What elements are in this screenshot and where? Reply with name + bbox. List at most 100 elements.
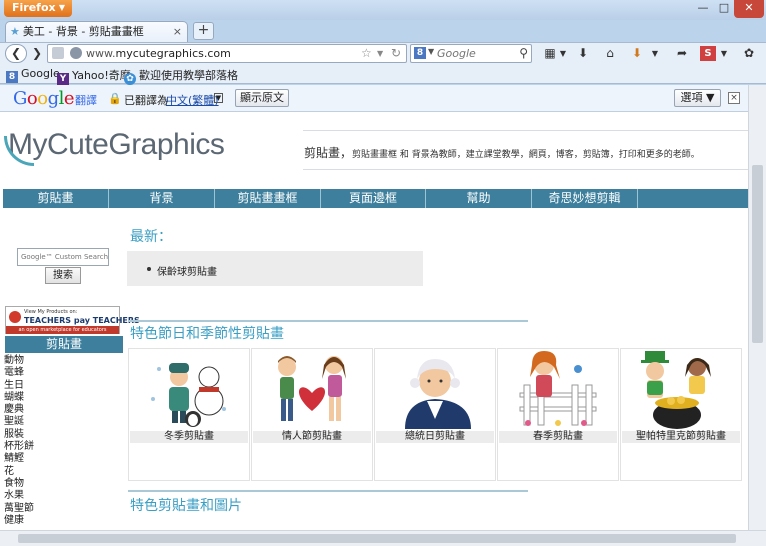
google-engine-icon[interactable]: 8 <box>414 47 426 59</box>
apple-icon <box>9 311 21 323</box>
bookmark-yahoo[interactable]: Y Yahoo!奇摩 <box>57 67 131 85</box>
bookmarks-menu-icon[interactable]: ▦ <box>540 44 560 63</box>
back-button[interactable]: ❮ <box>5 44 27 63</box>
vertical-scroll-thumb[interactable] <box>752 165 763 343</box>
history-dropdown-icon[interactable]: ▼ <box>377 49 383 58</box>
home-icon[interactable]: ⌂ <box>600 44 620 63</box>
category-header: 剪貼畫 <box>5 336 123 353</box>
spring-girl-image <box>519 351 597 426</box>
horizontal-scroll-thumb[interactable] <box>18 534 736 543</box>
navigation-toolbar: ❮ ❯ www.mycutegraphics.com ☆ ▼ ↻ 8 ▼ ⚲ ▦… <box>0 42 766 64</box>
category-link[interactable]: 健康 <box>4 515 34 527</box>
bookmark-google[interactable]: 8 Google <box>6 67 60 83</box>
category-link[interactable]: 食物 <box>4 478 34 490</box>
close-window-button[interactable]: ✕ <box>734 0 764 18</box>
category-link[interactable]: 杯形餅 <box>4 441 34 453</box>
valentine-kids-image <box>278 356 346 421</box>
category-link[interactable]: 萬聖節 <box>4 503 34 515</box>
options-button[interactable]: 選項 ▼ <box>674 89 721 107</box>
bookmark-teaching-blog[interactable]: ✿ 歡迎使用教學部落格 <box>124 67 238 85</box>
addon-dropdown-icon[interactable]: ▼ <box>650 44 660 63</box>
bullet-icon <box>147 267 151 271</box>
firefox-menu-button[interactable]: Firefox ▼ <box>4 0 72 17</box>
site-logo[interactable]: MyCuteGraphics <box>4 128 225 166</box>
valentines-clipart-card[interactable]: 情人節剪貼畫 <box>251 348 373 481</box>
card-caption[interactable]: 總統日剪貼畫 <box>376 431 494 443</box>
winter-clipart-card[interactable]: 冬季剪貼畫 <box>128 348 250 481</box>
winter-kids-image <box>151 363 226 427</box>
menu-clipart-frames[interactable]: 剪貼畫畫框 <box>215 189 321 208</box>
url-bar[interactable]: www.mycutegraphics.com ☆ ▼ ↻ <box>47 44 407 63</box>
card-caption[interactable]: 聖帕特里克節剪貼畫 <box>622 431 740 443</box>
card-caption[interactable]: 冬季剪貼畫 <box>130 431 248 443</box>
vertical-scrollbar[interactable] <box>748 85 766 530</box>
header-divider <box>303 169 748 170</box>
downloads-icon[interactable]: ⬇ <box>573 44 593 63</box>
spring-clipart-card[interactable]: 春季剪貼畫 <box>497 348 619 481</box>
extension-icon[interactable]: ✿ <box>740 44 758 63</box>
share-icon[interactable]: ➦ <box>672 44 692 63</box>
category-link[interactable]: 鯖鰹 <box>4 453 34 465</box>
bookmark-star-icon[interactable]: ☆ <box>361 46 372 60</box>
language-dropdown-icon[interactable]: ▼ <box>214 93 223 103</box>
chevron-down-icon: ▼ <box>58 3 65 12</box>
reload-icon[interactable]: ↻ <box>391 46 401 60</box>
google-logo: Google <box>13 88 75 109</box>
language-select[interactable]: 中文(繁體) <box>166 92 219 108</box>
header-divider <box>303 130 748 131</box>
addon-download-icon[interactable]: ⬇ <box>627 44 647 63</box>
close-tab-icon[interactable]: × <box>173 22 182 41</box>
engine-dropdown-icon[interactable]: ▼ <box>428 47 434 56</box>
menu-clipart[interactable]: 剪貼畫 <box>3 189 109 208</box>
bookmarks-dropdown-icon[interactable]: ▼ <box>559 44 567 63</box>
washington-image <box>405 359 471 429</box>
menu-help[interactable]: 幫助 <box>426 189 532 208</box>
teachers-pay-teachers-banner[interactable]: View My Products on: TEACHERS pay TEACHE… <box>5 306 140 334</box>
card-caption[interactable]: 春季剪貼畫 <box>499 431 617 443</box>
category-link[interactable]: 動物 <box>4 355 34 367</box>
latest-item-link[interactable]: 保齡球剪貼畫 <box>157 263 217 278</box>
search-bar[interactable]: 8 ▼ ⚲ <box>410 44 532 63</box>
search-icon[interactable]: ⚲ <box>519 46 528 60</box>
st-patricks-clipart-card[interactable]: 聖帕特里克節剪貼畫 <box>620 348 742 481</box>
category-list: 動物 電蜂 生日 蝴蝶 慶典 聖誕 服裝 杯形餅 鯖鰹 花 食物 水果 萬聖節 … <box>4 355 34 527</box>
firefox-menu-label: Firefox <box>12 1 56 14</box>
menu-whimsy-clips[interactable]: 奇思妙想剪輯 <box>532 189 638 208</box>
lock-icon: 🔒 <box>108 92 122 105</box>
st-patricks-kids-image <box>641 351 711 429</box>
s-addon-icon[interactable]: S <box>700 46 716 61</box>
site-identity-icon[interactable] <box>52 47 64 59</box>
card-caption[interactable]: 情人節剪貼畫 <box>253 431 371 443</box>
site-search-box[interactable] <box>17 248 109 266</box>
category-link[interactable]: 水果 <box>4 490 34 502</box>
maximize-button[interactable]: □ <box>714 0 734 18</box>
presidents-day-clipart-card[interactable]: 總統日剪貼畫 <box>374 348 496 481</box>
search-input[interactable] <box>437 46 517 61</box>
menu-page-borders[interactable]: 頁面邊框 <box>321 189 426 208</box>
category-link[interactable]: 慶典 <box>4 404 34 416</box>
show-original-button[interactable]: 顯示原文 <box>235 89 289 107</box>
forward-button[interactable]: ❯ <box>29 44 45 63</box>
globe-icon <box>70 47 82 59</box>
s-addon-dropdown-icon[interactable]: ▼ <box>719 44 729 63</box>
menu-backgrounds[interactable]: 背景 <box>109 189 215 208</box>
minimize-button[interactable]: — <box>692 0 714 18</box>
horizontal-scrollbar[interactable] <box>0 530 766 546</box>
url-text: www.mycutegraphics.com <box>86 47 231 60</box>
site-search-button[interactable]: 搜索 <box>45 267 81 284</box>
translated-to-label: 已翻譯為 <box>124 94 168 107</box>
tab-title: 美工 - 背景 - 剪貼畫畫框 <box>22 25 144 38</box>
category-link[interactable]: 電蜂 <box>4 367 34 379</box>
site-search-input[interactable] <box>18 249 108 265</box>
category-link[interactable]: 服裝 <box>4 429 34 441</box>
tab-mycutegraphics[interactable]: ★ 美工 - 背景 - 剪貼畫畫框 × <box>5 21 188 42</box>
category-link[interactable]: 生日 <box>4 380 34 392</box>
category-link[interactable]: 花 <box>4 466 34 478</box>
new-tab-button[interactable]: + <box>193 22 214 40</box>
close-translate-bar-icon[interactable]: × <box>728 92 740 104</box>
featured-section-title: 特色剪貼畫和圖片 <box>130 498 242 514</box>
site-menu-bar: 剪貼畫 背景 剪貼畫畫框 頁面邊框 幫助 奇思妙想剪輯 <box>3 189 748 208</box>
category-link[interactable]: 聖誕 <box>4 416 34 428</box>
category-link[interactable]: 蝴蝶 <box>4 392 34 404</box>
bookmarks-toolbar: 8 Google Y Yahoo!奇摩 ✿ 歡迎使用教學部落格 <box>0 64 766 85</box>
